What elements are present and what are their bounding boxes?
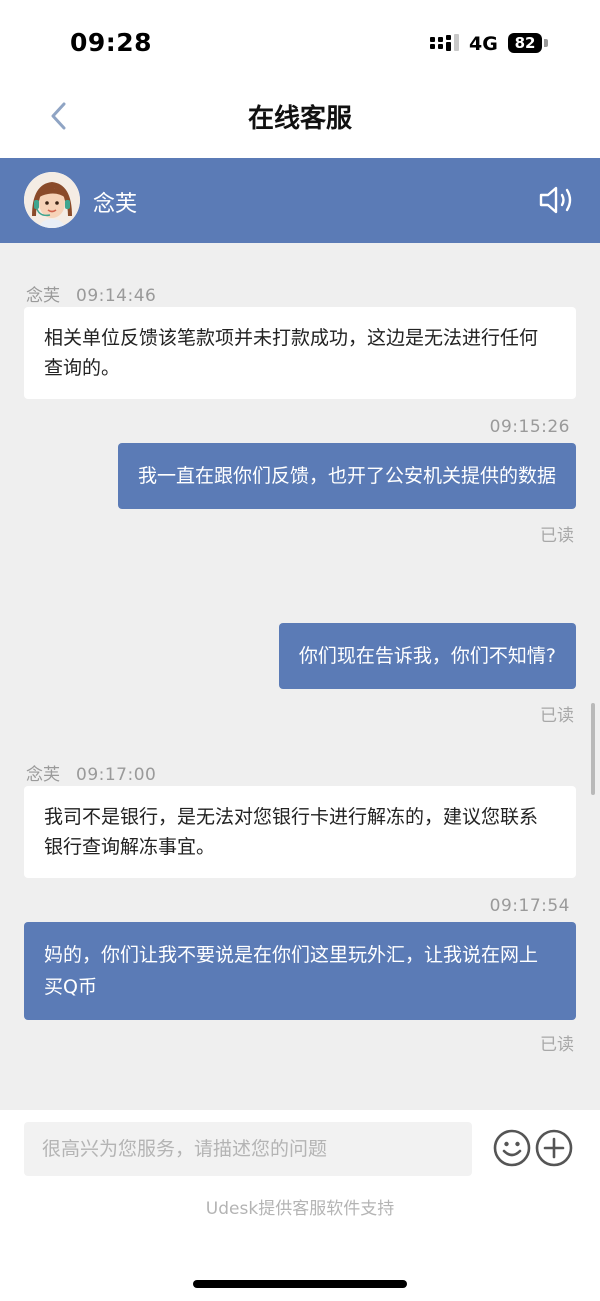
home-indicator[interactable] [193, 1280, 407, 1288]
nav-bar: 在线客服 [0, 78, 600, 158]
read-status: 已读 [540, 526, 574, 546]
chat-area[interactable]: 念芙 09:14:46 相关单位反馈该笔款项并未打款成功，这边是无法进行任何查询的… [0, 243, 600, 1110]
sender-name: 念芙 [26, 286, 60, 306]
status-time: 09:28 [70, 28, 153, 57]
network-type: 4G [469, 33, 498, 55]
agent-message-bubble: 相关单位反馈该笔款项并未打款成功，这边是无法进行任何查询的。 [24, 307, 576, 399]
battery-cap [544, 39, 548, 47]
message-time: 09:17:54 [489, 896, 570, 916]
chat-scrollbar[interactable] [591, 703, 595, 795]
powered-by-text: Udesk提供客服软件支持 [205, 1199, 395, 1219]
agent-avatar-icon [24, 172, 80, 228]
sender-name: 念芙 [26, 765, 60, 785]
user-message-bubble: 我一直在跟你们反馈，也开了公安机关提供的数据 [117, 443, 576, 509]
home-area [0, 1248, 600, 1301]
plus-circle-icon[interactable] [535, 1129, 573, 1167]
message-meta: 念芙 09:14:46 [26, 281, 156, 306]
agent-header: 念芙 [0, 158, 600, 243]
message-time: 09:15:26 [489, 417, 570, 437]
agent-avatar [24, 172, 80, 228]
agent-message-bubble: 我司不是银行，是无法对您银行卡进行解冻的，建议您联系银行查询解冻事宜。 [24, 786, 576, 878]
page-title: 在线客服 [247, 104, 352, 134]
message-input[interactable]: 很高兴为您服务，请描述您的问题 [24, 1122, 472, 1176]
message-time: 09:14:46 [76, 286, 157, 306]
agent-name: 念芙 [93, 192, 138, 217]
message-meta: 念芙 09:17:00 [26, 760, 156, 785]
user-message-bubble: 妈的，你们让我不要说是在你们这里玩外汇，让我说在网上买Q币 [24, 922, 576, 1020]
status-bar: 09:28 4G 82 [0, 0, 600, 78]
message-time: 09:17:00 [76, 765, 157, 785]
read-status: 已读 [540, 706, 574, 726]
speaker-icon[interactable] [538, 184, 576, 216]
emoji-icon[interactable] [493, 1129, 531, 1167]
battery-icon: 82 [508, 33, 542, 53]
read-status: 已读 [540, 1035, 574, 1055]
user-message-bubble: 你们现在告诉我，你们不知情? [278, 623, 576, 689]
input-bar: 很高兴为您服务，请描述您的问题 Udesk提供客服软件支持 [0, 1110, 600, 1248]
signal-icon [430, 34, 459, 51]
